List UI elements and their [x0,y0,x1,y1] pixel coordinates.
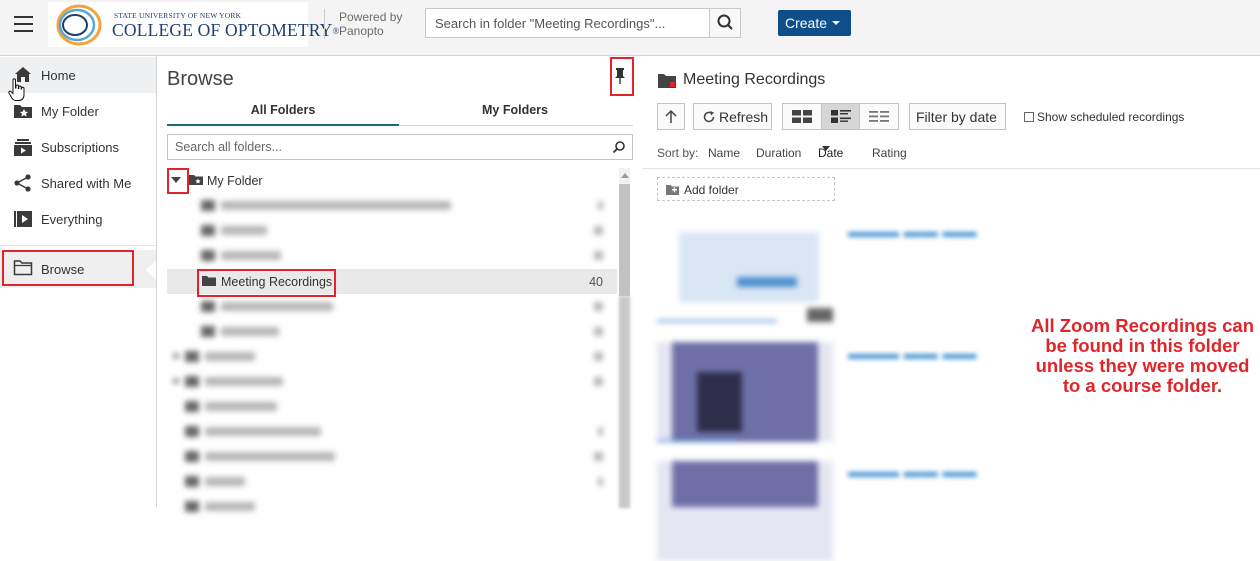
logo-small-text: STATE UNIVERSITY OF NEW YORK [114,11,242,20]
up-folder-button[interactable] [657,103,685,130]
search-icon [717,14,733,30]
top-bar: STATE UNIVERSITY OF NEW YORK COLLEGE OF … [0,0,1260,56]
arrow-up-icon [665,109,677,123]
sort-rating[interactable]: Rating [872,146,907,160]
scrollbar-thumb[interactable] [619,184,630,296]
scrollbar-lower [619,296,630,508]
scroll-up-icon[interactable] [621,173,629,178]
refresh-label: Refresh [719,109,769,125]
sort-duration[interactable]: Duration [756,146,801,160]
tree-row-my-folder[interactable]: My Folder [167,168,617,193]
view-mode-group [782,103,899,130]
main-content: Meeting Recordings Refresh Filter by dat… [642,56,1260,561]
add-folder-icon [666,185,679,195]
play-stack-icon [14,211,32,227]
add-folder-label: Add folder [684,183,739,197]
nav-subscriptions-label: Subscriptions [41,140,120,155]
tree-row[interactable] [167,294,617,319]
nav-home-label: Home [41,68,76,83]
star-folder-icon [14,105,32,118]
session-title[interactable]: ▬▬▬ ▬▬ ▬▬ [848,222,976,242]
nav-shared-with-me[interactable]: Shared with Me [0,165,156,201]
highlight-pin [610,57,634,96]
nav-divider [0,245,156,246]
view-detail-button[interactable] [821,104,860,129]
view-list-button[interactable] [860,104,899,129]
show-scheduled-label: Show scheduled recordings [1037,110,1185,124]
tab-my-folders[interactable]: My Folders [399,103,631,125]
share-icon [14,174,31,192]
highlight-expand-caret [167,168,189,194]
tree-row[interactable] [167,444,617,469]
tree-row[interactable] [167,344,617,369]
nav-shared-label: Shared with Me [41,176,132,191]
view-grid-button[interactable] [783,104,821,129]
refresh-icon [703,111,715,123]
college-logo[interactable]: STATE UNIVERSITY OF NEW YORK COLLEGE OF … [48,2,339,47]
tree-row[interactable] [167,319,617,344]
detail-view-icon [831,110,851,123]
session-title[interactable]: ▬▬▬ ▬▬ ▬▬ [848,344,976,364]
search-icon[interactable] [612,140,626,154]
meeting-recordings-count: 40 [589,275,603,289]
filter-by-date-button[interactable]: Filter by date [909,103,1006,130]
tree-row[interactable] [167,243,617,268]
active-panel-notch [145,261,156,279]
refresh-button[interactable]: Refresh [693,103,772,130]
folder-icon [658,74,676,88]
session-thumbnail[interactable] [657,342,833,442]
chevron-down-icon [832,21,841,25]
tab-all-folders[interactable]: All Folders [167,103,399,125]
folder-search-input[interactable]: Search in folder "Meeting Recordings"... [425,8,710,38]
all-folders-search-input[interactable]: Search all folders... [167,134,633,160]
star-folder-icon [189,175,203,185]
sort-name[interactable]: Name [708,146,740,160]
subscriptions-icon [14,139,32,156]
create-button[interactable]: Create [778,10,851,36]
sort-divider [642,168,1260,169]
menu-icon[interactable] [14,16,33,32]
browse-title: Browse [167,68,234,90]
grid-view-icon [792,110,812,123]
filter-label: Filter by date [916,109,997,125]
highlight-meeting-recordings [197,269,336,297]
add-folder-button[interactable]: Add folder [657,177,835,201]
search-button[interactable] [709,8,741,38]
session-thumbnail[interactable] [657,222,833,322]
header-divider [324,9,325,39]
annotation-callout: All Zoom Recordings can be found in this… [1030,315,1255,396]
powered-by: Powered by Panopto [339,10,403,38]
show-scheduled-checkbox[interactable] [1024,112,1034,122]
logo-big-text: COLLEGE OF OPTOMETRY® [112,20,340,40]
tree-row[interactable] [167,394,617,419]
list-view-icon [869,111,889,122]
session-title[interactable]: ▬▬▬ ▬▬ ▬▬ [848,462,976,482]
folder-title: Meeting Recordings [683,71,826,88]
hand-cursor-icon [8,78,25,101]
tree-row[interactable] [167,218,617,243]
show-scheduled-toggle[interactable]: Show scheduled recordings [1024,110,1184,124]
tree-row[interactable] [167,469,617,494]
nav-subscriptions[interactable]: Subscriptions [0,129,156,165]
tree-row[interactable] [167,193,617,218]
tree-row[interactable] [167,419,617,444]
highlight-browse [2,250,134,286]
tab-active-indicator [167,124,399,126]
my-folder-label: My Folder [207,174,263,188]
logo-ring-icon [56,4,102,46]
nav-my-folder-label: My Folder [41,104,99,119]
nav-everything[interactable]: Everything [0,201,156,237]
nav-everything-label: Everything [41,212,103,227]
tree-row[interactable] [167,369,617,394]
session-thumbnail[interactable] [657,461,833,561]
chevron-down-icon [822,146,830,151]
sort-by-label: Sort by: [657,146,699,160]
